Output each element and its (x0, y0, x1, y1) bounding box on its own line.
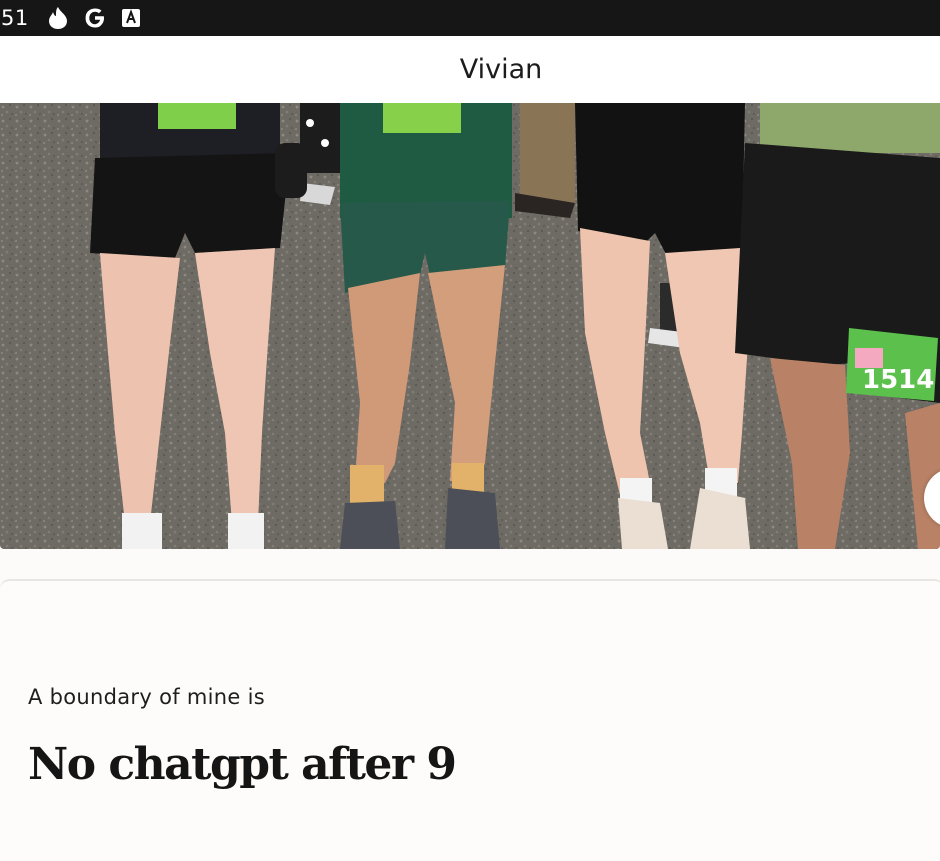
status-time: 51 (1, 6, 29, 30)
runners-photo: 1514 (0, 103, 940, 549)
profile-header: Vivian (0, 36, 940, 103)
font-a-icon (121, 8, 141, 28)
profile-name: Vivian (459, 54, 543, 85)
status-bar: 51 (0, 0, 940, 36)
profile-photo[interactable]: 1514 (0, 103, 940, 549)
flame-icon (47, 6, 69, 30)
google-icon (83, 6, 107, 30)
prompt-label: A boundary of mine is (28, 685, 265, 709)
status-icons (47, 6, 141, 30)
prompt-answer: No chatgpt after 9 (28, 739, 457, 790)
bib-number: 1514 (862, 365, 934, 395)
prompt-card: A boundary of mine is No chatgpt after 9 (0, 579, 940, 861)
